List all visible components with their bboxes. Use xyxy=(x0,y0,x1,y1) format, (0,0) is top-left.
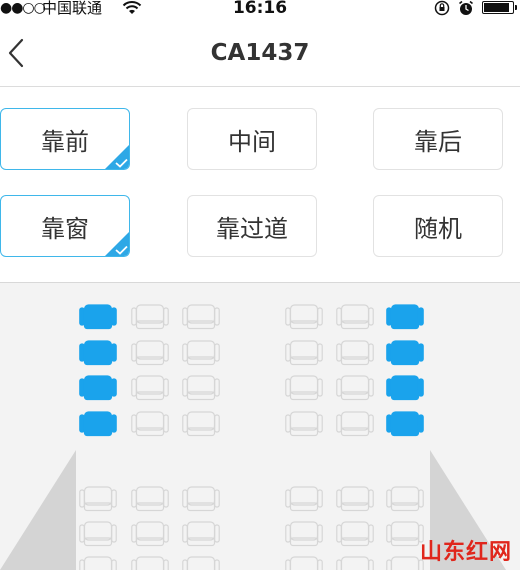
seat-available[interactable] xyxy=(182,303,220,331)
seat-available[interactable] xyxy=(285,410,323,438)
seat-available[interactable] xyxy=(131,485,169,513)
battery-level xyxy=(484,3,510,12)
seat-available[interactable] xyxy=(336,485,374,513)
seat-selected[interactable] xyxy=(386,303,424,331)
option-aisle[interactable]: 靠过道 xyxy=(187,195,317,257)
seat-available[interactable] xyxy=(182,410,220,438)
option-label: 靠窗 xyxy=(41,214,89,243)
seat-preferences: 靠前 中间 靠后 靠窗 靠过道 随机 xyxy=(0,87,520,281)
seat-selected[interactable] xyxy=(79,374,117,402)
seat-available[interactable] xyxy=(336,410,374,438)
option-front[interactable]: 靠前 xyxy=(0,108,130,170)
alarm-icon xyxy=(459,0,473,15)
selected-check-icon xyxy=(105,232,129,256)
seat-selected[interactable] xyxy=(79,339,117,367)
seat-available[interactable] xyxy=(336,339,374,367)
option-label: 随机 xyxy=(414,214,462,243)
option-label: 靠前 xyxy=(41,127,89,156)
option-window[interactable]: 靠窗 xyxy=(0,195,130,257)
option-label: 靠过道 xyxy=(216,214,288,243)
seat-map: 山东红网 xyxy=(0,282,520,570)
option-rear[interactable]: 靠后 xyxy=(373,108,503,170)
seat-selected[interactable] xyxy=(79,410,117,438)
option-label: 靠后 xyxy=(414,127,462,156)
seat-available[interactable] xyxy=(285,520,323,548)
seat-available[interactable] xyxy=(131,339,169,367)
seat-available[interactable] xyxy=(285,374,323,402)
seat-available[interactable] xyxy=(182,520,220,548)
seat-available[interactable] xyxy=(386,555,424,570)
seat-selected[interactable] xyxy=(79,303,117,331)
page-title: CA1437 xyxy=(210,40,310,66)
seat-available[interactable] xyxy=(131,410,169,438)
seat-available[interactable] xyxy=(79,520,117,548)
seat-available[interactable] xyxy=(131,520,169,548)
seat-available[interactable] xyxy=(386,520,424,548)
seat-available[interactable] xyxy=(131,374,169,402)
seat-available[interactable] xyxy=(336,520,374,548)
watermark: 山东红网 xyxy=(419,540,512,565)
seat-available[interactable] xyxy=(285,555,323,570)
seat-available[interactable] xyxy=(131,555,169,570)
option-middle[interactable]: 中间 xyxy=(187,108,317,170)
seat-available[interactable] xyxy=(79,485,117,513)
seat-available[interactable] xyxy=(182,339,220,367)
seat-selected[interactable] xyxy=(386,410,424,438)
seat-selected[interactable] xyxy=(386,374,424,402)
rotation-lock-icon xyxy=(434,0,450,16)
seat-available[interactable] xyxy=(285,303,323,331)
seat-available[interactable] xyxy=(336,374,374,402)
seat-available[interactable] xyxy=(285,485,323,513)
left-wing xyxy=(0,450,76,570)
option-random[interactable]: 随机 xyxy=(373,195,503,257)
seat-available[interactable] xyxy=(182,374,220,402)
seat-available[interactable] xyxy=(79,555,117,570)
seat-selected[interactable] xyxy=(386,339,424,367)
navigation-bar: CA1437 xyxy=(0,20,520,87)
selected-check-icon xyxy=(105,145,129,169)
seat-available[interactable] xyxy=(336,303,374,331)
battery-icon xyxy=(482,1,517,14)
seat-available[interactable] xyxy=(182,485,220,513)
seat-available[interactable] xyxy=(285,339,323,367)
seat-available[interactable] xyxy=(131,303,169,331)
seat-available[interactable] xyxy=(336,555,374,570)
seat-available[interactable] xyxy=(386,485,424,513)
status-bar: ●●○○ 中国联通 16:16 xyxy=(0,0,520,20)
option-label: 中间 xyxy=(228,127,276,156)
seat-available[interactable] xyxy=(182,555,220,570)
